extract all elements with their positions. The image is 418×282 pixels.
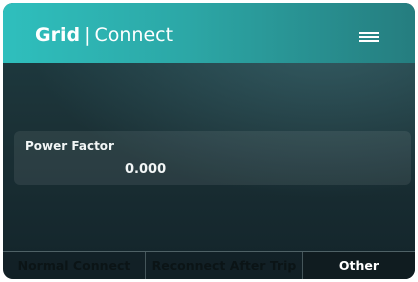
menu-line — [359, 32, 379, 34]
menu-line — [359, 40, 379, 42]
hamburger-menu-icon[interactable] — [355, 29, 383, 43]
grid-connect-panel: Grid | Connect Power Factor 0.000 Normal C… — [3, 3, 415, 279]
bottom-tab-bar: Normal Connect Reconnect After Trip Othe… — [3, 251, 415, 279]
power-factor-value: 0.000 — [125, 162, 167, 177]
header-bar: Grid | Connect — [3, 3, 415, 63]
app-frame: Grid | Connect Power Factor 0.000 Normal C… — [0, 0, 418, 282]
power-factor-card: Power Factor 0.000 — [14, 131, 411, 185]
page-title-light: Connect — [94, 24, 174, 46]
tab-reconnect-after-trip[interactable]: Reconnect After Trip — [146, 252, 303, 279]
tab-normal-connect[interactable]: Normal Connect — [3, 252, 146, 279]
page-title-bold: Grid — [35, 24, 81, 46]
tab-other[interactable]: Other — [303, 252, 415, 279]
page-title-separator: | — [84, 24, 91, 46]
page-title: Grid | Connect — [35, 22, 173, 48]
power-factor-label: Power Factor — [25, 139, 114, 153]
menu-line — [359, 36, 379, 38]
